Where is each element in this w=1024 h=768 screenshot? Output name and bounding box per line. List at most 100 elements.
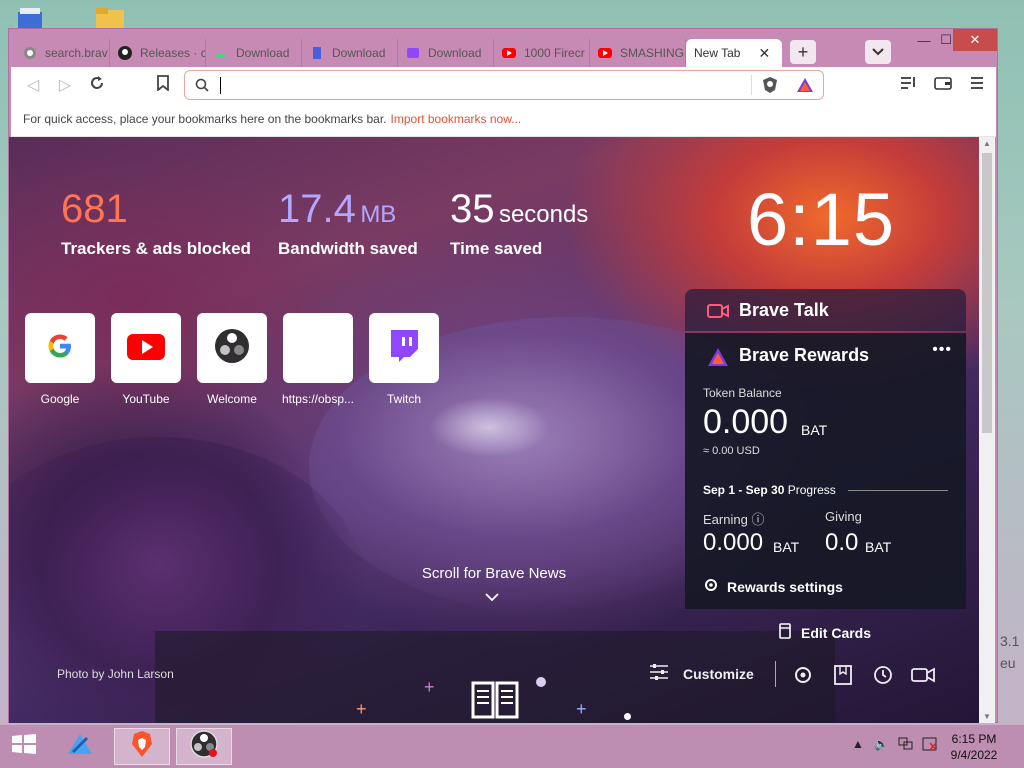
photo-credit-name[interactable]: John Larson	[108, 667, 174, 681]
tab-label: Releases · c	[140, 46, 206, 60]
rewards-settings-link[interactable]: Rewards settings	[703, 577, 843, 596]
tab-new-tab[interactable]: New Tab ✕	[686, 39, 782, 67]
dot-icon	[536, 677, 546, 687]
new-tab-page: 681 Trackers & ads blocked 17.4 MB Bandw…	[9, 137, 979, 723]
giving-label: Giving	[825, 509, 862, 524]
forward-button[interactable]: ▷	[53, 73, 77, 97]
volume-icon[interactable]: 🔈	[874, 737, 889, 751]
top-site-google[interactable]	[25, 313, 95, 383]
playlist-icon	[900, 76, 918, 95]
earning-unit: BAT	[773, 539, 800, 555]
tab-label: Download	[236, 46, 290, 60]
top-site-youtube[interactable]	[111, 313, 181, 383]
import-bookmarks-link[interactable]: Import bookmarks now...	[391, 112, 522, 126]
tab-youtube-firecr[interactable]: 1000 Firecr	[494, 39, 590, 67]
hamburger-icon	[970, 76, 984, 94]
taskbar-app-brave[interactable]	[114, 728, 170, 765]
brave-lion-icon	[130, 730, 154, 763]
wallet-button[interactable]	[931, 73, 955, 97]
gear-icon	[703, 577, 719, 596]
system-date: 9/4/2022	[950, 748, 998, 762]
text-caret	[220, 77, 221, 94]
show-hidden-icons[interactable]: ▲	[852, 737, 864, 751]
edit-cards-button[interactable]: Edit Cards	[779, 623, 871, 642]
folder-icon[interactable]	[94, 6, 126, 30]
tab-label: SMASHING	[620, 46, 685, 60]
top-site-label: Welcome	[207, 392, 257, 406]
taskbar-app-obs[interactable]	[176, 728, 232, 765]
bookmarks-icon[interactable]	[831, 663, 855, 687]
action-center-icon[interactable]	[922, 737, 938, 754]
edit-cards-label: Edit Cards	[801, 624, 872, 641]
rewards-title: Brave Rewards	[739, 345, 870, 365]
brave-shields-icon[interactable]	[762, 76, 778, 99]
desktop-side-text: 3.1 eu	[1000, 630, 1019, 674]
settings-gear-icon[interactable]	[791, 663, 815, 687]
earning-value: 0.000	[703, 529, 764, 556]
tab-download-twitch[interactable]: Download	[398, 39, 494, 67]
sliders-icon	[649, 663, 669, 684]
stylus-app-icon	[65, 730, 95, 763]
playlist-button[interactable]	[897, 73, 921, 97]
android-icon	[214, 46, 228, 60]
earning-label: Earning ⓘ	[703, 509, 764, 528]
tab-download-android[interactable]: Download	[206, 39, 302, 67]
start-button[interactable]	[0, 728, 48, 765]
top-site-label: Google	[40, 392, 80, 406]
top-site-twitch[interactable]	[369, 313, 439, 383]
rewards-period: Sep 1 - Sep 30 Progress	[703, 483, 836, 497]
token-balance-label: Token Balance	[703, 386, 782, 400]
time-label: Time saved	[450, 239, 543, 258]
system-clock[interactable]: 6:15 PM 9/4/2022	[944, 731, 1004, 763]
new-tab-button[interactable]: +	[790, 40, 816, 64]
bandwidth-value: 17.4	[278, 187, 356, 231]
youtube-icon	[127, 332, 165, 365]
network-icon[interactable]	[898, 737, 914, 754]
top-site-label: Twitch	[386, 392, 421, 406]
scroll-down-arrow[interactable]: ▼	[982, 712, 992, 721]
tab-github-releases[interactable]: Releases · c	[110, 39, 206, 67]
bookmarks-bar: For quick access, place your bookmarks h…	[11, 103, 996, 137]
tab-download-doc[interactable]: Download	[302, 39, 398, 67]
stat-bandwidth: 17.4 MB Bandwidth saved	[278, 187, 418, 259]
brave-news-book-icon[interactable]	[471, 679, 519, 723]
scroll-brave-news[interactable]: Scroll for Brave News	[399, 565, 589, 582]
tab-label: Download	[332, 46, 386, 60]
rewards-settings-label: Rewards settings	[727, 578, 843, 595]
reload-button[interactable]	[85, 73, 109, 97]
brave-talk-card[interactable]: Brave Talk	[685, 289, 966, 331]
scroll-thumb[interactable]	[982, 153, 992, 433]
brave-rewards-icon[interactable]	[796, 77, 814, 98]
brave-talk-icon[interactable]	[911, 663, 935, 687]
scroll-up-arrow[interactable]: ▲	[982, 139, 992, 148]
tab-search-brave[interactable]: search.brav	[15, 39, 110, 67]
close-window-button[interactable]: ✕	[953, 29, 997, 51]
info-icon[interactable]: ⓘ	[751, 512, 764, 527]
close-tab-icon[interactable]: ✕	[758, 45, 770, 62]
top-site-welcome[interactable]	[197, 313, 267, 383]
divider	[775, 661, 776, 687]
time-unit: seconds	[498, 201, 589, 228]
address-bar[interactable]	[184, 70, 824, 100]
brave-rewards-card: Brave Rewards ••• Token Balance 0.000 BA…	[685, 333, 966, 609]
history-icon[interactable]	[871, 663, 895, 687]
period-suffix: Progress	[787, 483, 836, 497]
more-options-icon[interactable]: •••	[932, 341, 952, 359]
back-button[interactable]: ◁	[21, 73, 45, 97]
chevron-down-icon[interactable]	[484, 589, 500, 607]
customize-button[interactable]: Customize	[649, 663, 754, 684]
token-balance-unit: BAT	[801, 422, 828, 438]
recycle-bin-icon[interactable]	[14, 6, 46, 30]
background-rock	[429, 397, 549, 457]
browser-window: search.brav Releases · c Download Downlo…	[8, 28, 998, 723]
page-scrollbar[interactable]: ▲ ▼	[979, 137, 995, 723]
taskbar-app-stylus[interactable]	[52, 728, 108, 765]
tab-youtube-smashing[interactable]: SMASHING	[590, 39, 686, 67]
top-site-label: YouTube	[122, 392, 170, 406]
bookmark-button[interactable]	[151, 73, 175, 97]
top-site-obsproject[interactable]	[283, 313, 353, 383]
reload-icon	[89, 75, 105, 96]
menu-button[interactable]	[965, 73, 989, 97]
bandwidth-label: Bandwidth saved	[278, 239, 418, 258]
tab-search-button[interactable]	[865, 40, 891, 64]
